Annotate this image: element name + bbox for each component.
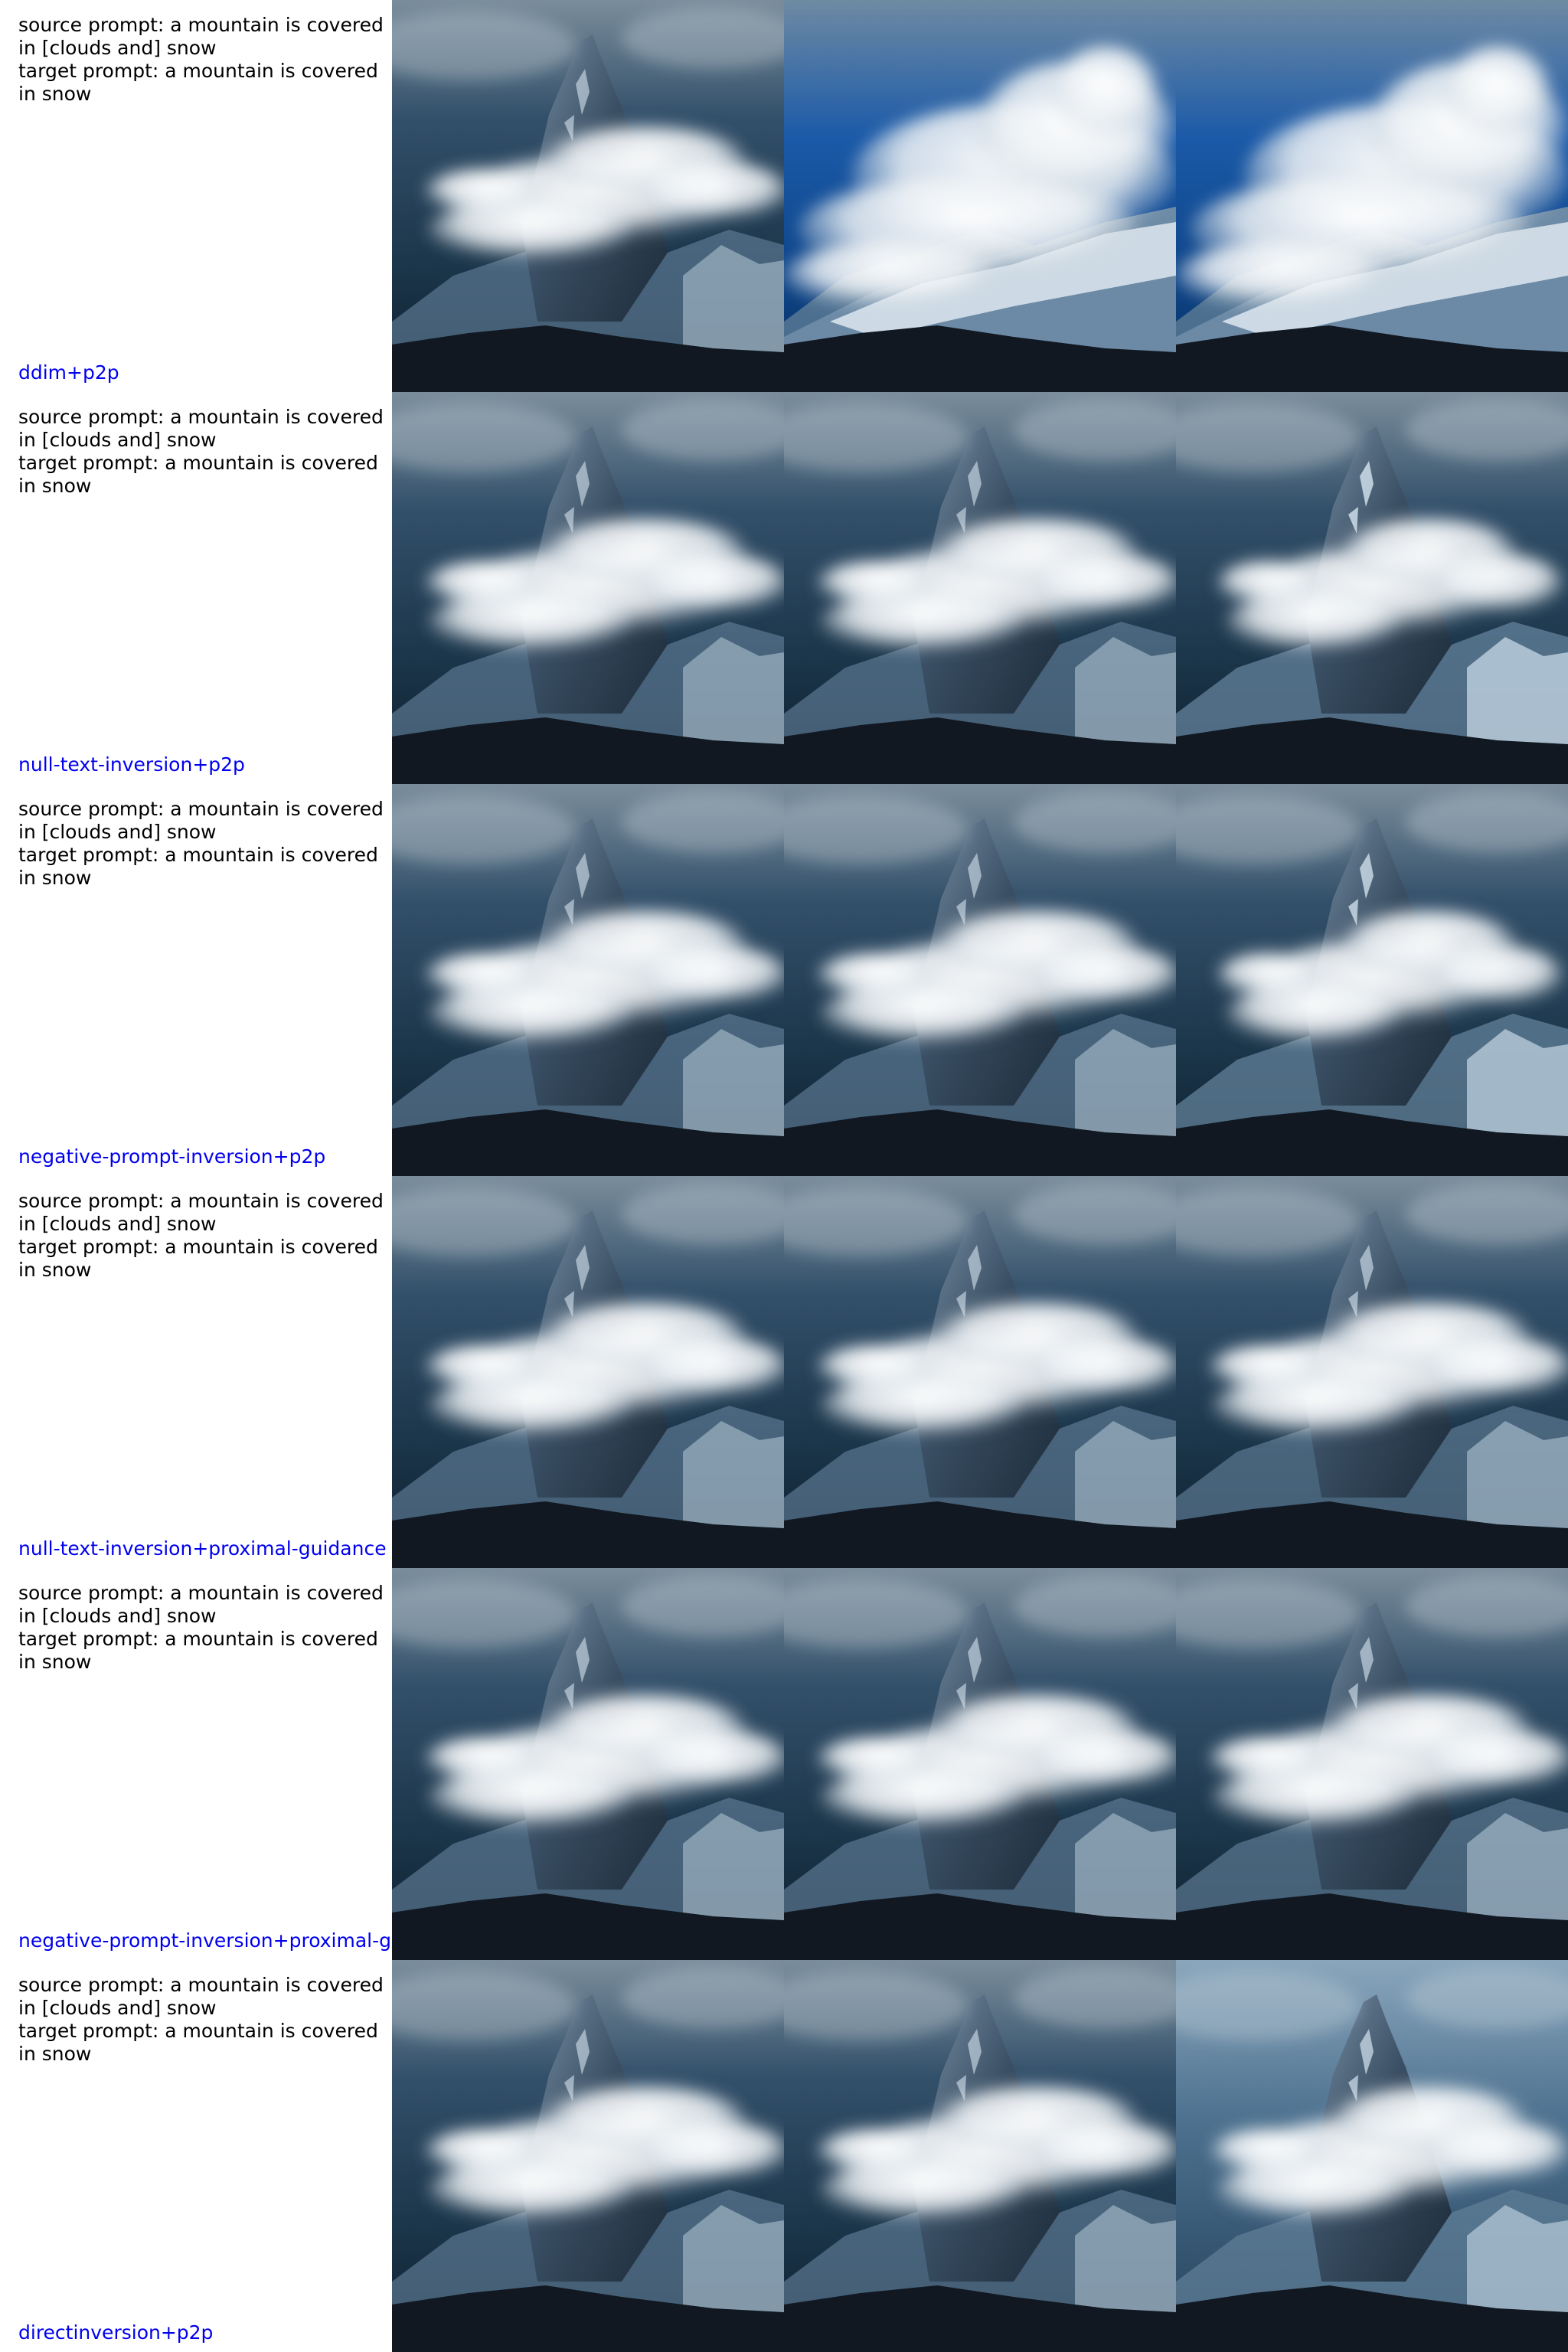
method-name: negative-prompt-inversion+proximal-guida… (18, 1929, 392, 1952)
prompt-text: source prompt: a mountain is covered in … (18, 798, 384, 889)
mountain-photo (784, 0, 1176, 392)
method-name: ddim+p2p (18, 361, 119, 384)
mountain-photo (392, 784, 784, 1176)
result-image (1176, 392, 1568, 784)
result-image (784, 1960, 1176, 2352)
mountain-photo (1176, 1568, 1568, 1960)
method-name: null-text-inversion+proximal-guidance (18, 1537, 387, 1560)
row-label: source prompt: a mountain is covered in … (0, 392, 392, 784)
result-image (1176, 1568, 1568, 1960)
row-label: source prompt: a mountain is covered in … (0, 784, 392, 1176)
mountain-photo (1176, 1176, 1568, 1568)
mountain-photo (784, 784, 1176, 1176)
row-label: source prompt: a mountain is covered in … (0, 1960, 392, 2352)
mountain-photo (392, 392, 784, 784)
mountain-photo (1176, 392, 1568, 784)
prompt-text: source prompt: a mountain is covered in … (18, 1582, 384, 1673)
result-row: source prompt: a mountain is covered in … (0, 0, 1568, 392)
result-image (784, 1176, 1176, 1568)
result-image (392, 1176, 784, 1568)
mountain-photo (784, 1176, 1176, 1568)
mountain-photo (1176, 784, 1568, 1176)
method-name: null-text-inversion+p2p (18, 753, 245, 776)
result-row: source prompt: a mountain is covered in … (0, 1176, 1568, 1568)
result-image (784, 1568, 1176, 1960)
result-image (1176, 784, 1568, 1176)
result-image (392, 784, 784, 1176)
result-image (1176, 1176, 1568, 1568)
result-image (392, 1568, 784, 1960)
comparison-grid: source prompt: a mountain is covered in … (0, 0, 1568, 2352)
prompt-text: source prompt: a mountain is covered in … (18, 1974, 384, 2065)
result-image (784, 784, 1176, 1176)
result-image (784, 0, 1176, 392)
mountain-photo (392, 1960, 784, 2352)
mountain-photo (1176, 0, 1568, 392)
prompt-text: source prompt: a mountain is covered in … (18, 406, 384, 497)
row-label: source prompt: a mountain is covered in … (0, 1176, 392, 1568)
mountain-photo (784, 1568, 1176, 1960)
method-name: directinversion+p2p (18, 2321, 214, 2344)
result-row: source prompt: a mountain is covered in … (0, 392, 1568, 784)
row-label: source prompt: a mountain is covered in … (0, 1568, 392, 1960)
result-row: source prompt: a mountain is covered in … (0, 1568, 1568, 1960)
prompt-text: source prompt: a mountain is covered in … (18, 14, 384, 105)
row-label: source prompt: a mountain is covered in … (0, 0, 392, 392)
result-image (392, 1960, 784, 2352)
mountain-photo (784, 392, 1176, 784)
mountain-photo (784, 1960, 1176, 2352)
result-image (784, 392, 1176, 784)
method-name: negative-prompt-inversion+p2p (18, 1145, 326, 1168)
result-image (1176, 0, 1568, 392)
result-image (392, 0, 784, 392)
mountain-photo (1176, 1960, 1568, 2352)
result-image (392, 392, 784, 784)
result-row: source prompt: a mountain is covered in … (0, 784, 1568, 1176)
mountain-photo (392, 0, 784, 392)
result-row: source prompt: a mountain is covered in … (0, 1960, 1568, 2352)
result-image (1176, 1960, 1568, 2352)
prompt-text: source prompt: a mountain is covered in … (18, 1190, 384, 1281)
mountain-photo (392, 1176, 784, 1568)
mountain-photo (392, 1568, 784, 1960)
